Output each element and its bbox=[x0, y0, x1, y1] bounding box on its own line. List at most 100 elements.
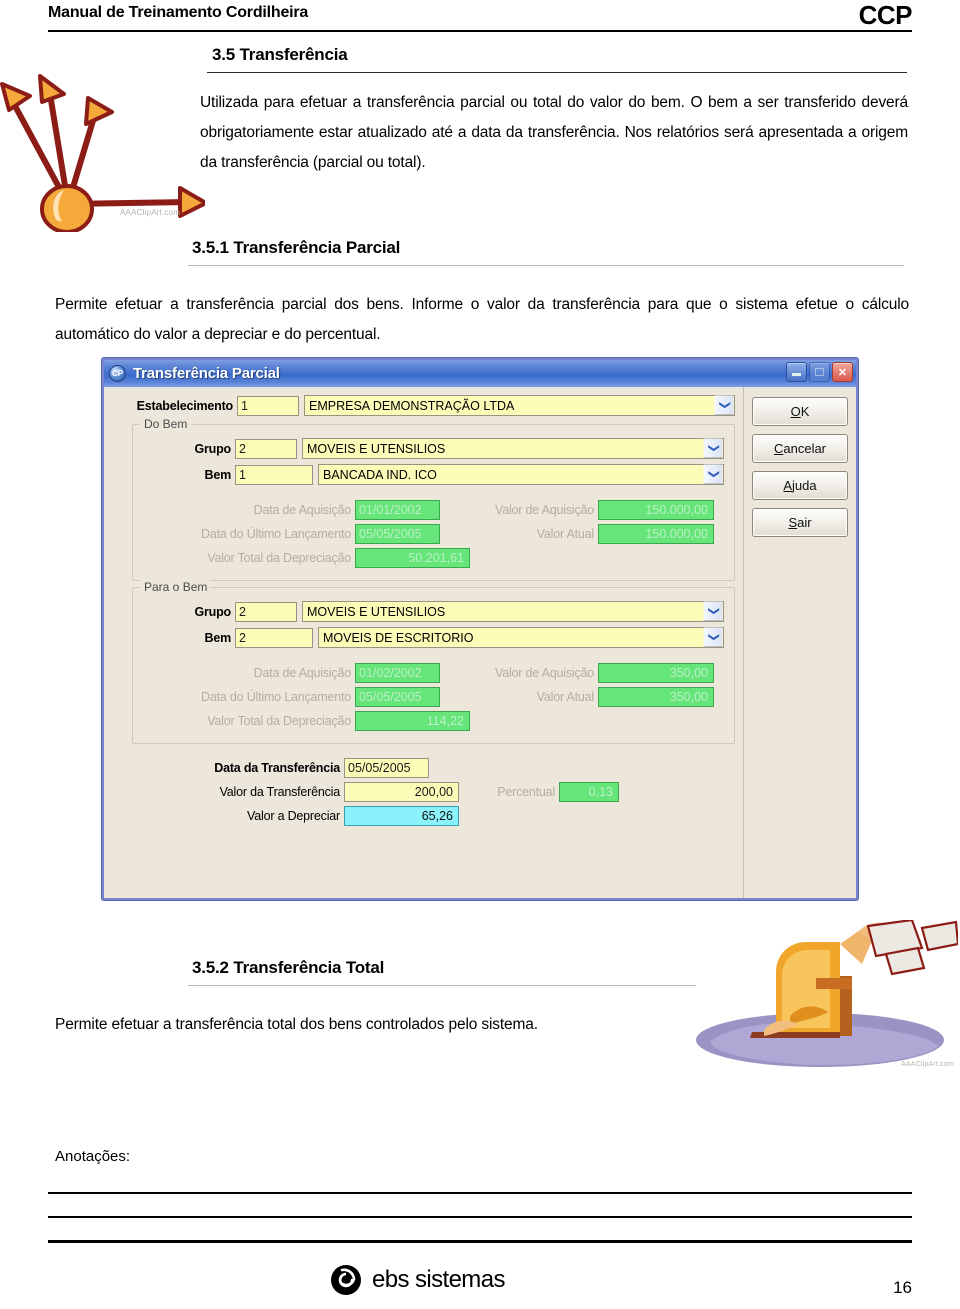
para-valor-depreciacao-label: Valor Total da Depreciação bbox=[207, 714, 351, 728]
group-do-bem: Do Bem Grupo 2 MOVEIS E UTENSILIOS ❮ Bem… bbox=[132, 417, 735, 581]
group-do-bem-legend: Do Bem bbox=[140, 417, 192, 431]
do-bem-bem-combo-value: BANCADA IND. ICO bbox=[323, 467, 437, 482]
para-valor-aquisicao-value: 350,00 bbox=[598, 663, 714, 683]
do-bem-valor-atual-label: Valor Atual bbox=[536, 527, 595, 541]
field-row-valor-transferencia: Valor da Transferência 200,00 Percentual… bbox=[132, 782, 735, 802]
para-data-ultimo-label: Data do Último Lançamento bbox=[201, 690, 351, 704]
do-bem-bem-code-input[interactable]: 1 bbox=[235, 464, 313, 485]
do-bem-grupo-label: Grupo bbox=[194, 441, 232, 456]
dialog-button-column: OK Cancelar Ajuda Sair bbox=[744, 387, 856, 898]
field-row-do-bem-grupo: Grupo 2 MOVEIS E UTENSILIOS ❮ bbox=[143, 438, 724, 459]
do-bem-bem-label: Bem bbox=[204, 467, 232, 482]
ebs-spiral-icon bbox=[330, 1264, 362, 1296]
app-icon: CP bbox=[109, 365, 126, 382]
para-data-aquisicao-label: Data de Aquisição bbox=[253, 666, 352, 680]
para-data-aquisicao-value: 01/02/2002 bbox=[355, 663, 440, 683]
window-titlebar[interactable]: CP Transferência Parcial ✕ bbox=[104, 360, 856, 387]
page-number: 16 bbox=[893, 1278, 912, 1297]
valor-transferencia-label: Valor da Transferência bbox=[219, 785, 341, 799]
papers-clipart-caption: AAAClipArt.com bbox=[901, 1061, 954, 1068]
do-bem-data-aquisicao-label: Data de Aquisição bbox=[253, 503, 352, 517]
heading-3-5-2-rule bbox=[188, 985, 696, 986]
para-valor-aquisicao-label: Valor de Aquisição bbox=[494, 666, 594, 680]
heading-3-5-1: 3.5.1 Transferência Parcial bbox=[192, 238, 401, 257]
field-row-para-bem: Bem 2 MOVEIS DE ESCRITORIO ❮ bbox=[143, 627, 724, 648]
anotacoes-line-1 bbox=[48, 1192, 912, 1194]
minimize-icon[interactable] bbox=[786, 362, 807, 382]
anotacoes-label: Anotações: bbox=[55, 1148, 131, 1165]
percentual-value: 0,13 bbox=[559, 782, 619, 802]
paragraph-3-5: Utilizada para efetuar a transferência p… bbox=[200, 94, 908, 171]
do-bem-valor-depreciacao-label: Valor Total da Depreciação bbox=[207, 551, 351, 565]
do-bem-grupo-code-input[interactable]: 2 bbox=[235, 438, 297, 459]
chevron-down-icon[interactable]: ❮ bbox=[703, 464, 723, 485]
para-grupo-combo[interactable]: MOVEIS E UTENSILIOS ❮ bbox=[302, 601, 724, 622]
para-grupo-combo-value: MOVEIS E UTENSILIOS bbox=[307, 604, 446, 619]
field-row-data-transferencia: Data da Transferência 05/05/2005 bbox=[132, 758, 735, 778]
percentual-label: Percentual bbox=[497, 785, 555, 799]
para-bem-combo-value: MOVEIS DE ESCRITORIO bbox=[323, 630, 474, 645]
sair-button-label: Sair bbox=[788, 515, 812, 530]
para-bem-combo[interactable]: MOVEIS DE ESCRITORIO ❮ bbox=[318, 627, 724, 648]
chevron-down-icon[interactable]: ❮ bbox=[703, 601, 723, 622]
estabelecimento-code-input[interactable]: 1 bbox=[237, 395, 299, 416]
group-para-o-bem: Para o Bem Grupo 2 MOVEIS E UTENSILIOS ❮… bbox=[132, 580, 735, 744]
para-grupo-code-input[interactable]: 2 bbox=[235, 601, 297, 622]
para-grupo-label: Grupo bbox=[194, 604, 232, 619]
do-bem-bem-combo[interactable]: BANCADA IND. ICO ❮ bbox=[318, 464, 724, 485]
header-rule bbox=[48, 30, 912, 32]
sair-button[interactable]: Sair bbox=[752, 508, 848, 537]
ok-button-label: OK bbox=[790, 404, 810, 419]
papers-clipart: AAAClipArt.com bbox=[690, 918, 960, 1070]
do-bem-grupo-combo-value: MOVEIS E UTENSILIOS bbox=[307, 441, 446, 456]
do-bem-data-ultimo-value: 05/05/2005 bbox=[355, 524, 440, 544]
display-row-do-bem-1: Data de Aquisição 01/01/2002 Valor de Aq… bbox=[143, 500, 724, 520]
window-controls[interactable]: ✕ bbox=[786, 362, 853, 382]
paragraph-3-5-2: Permite efetuar a transferência total do… bbox=[55, 1016, 538, 1033]
heading-3-5-2: 3.5.2 Transferência Total bbox=[192, 958, 385, 977]
field-row-do-bem-bem: Bem 1 BANCADA IND. ICO ❮ bbox=[143, 464, 724, 485]
estabelecimento-combo-value: EMPRESA DEMONSTRAÇÃO LTDA bbox=[309, 398, 515, 413]
chevron-down-icon[interactable]: ❮ bbox=[703, 627, 723, 648]
ebs-logo-text: ebs sistemas bbox=[372, 1266, 505, 1293]
ok-button[interactable]: OK bbox=[752, 397, 848, 426]
cancelar-button-label: Cancelar bbox=[773, 441, 827, 456]
ajuda-button-label: Ajuda bbox=[783, 478, 817, 493]
cancelar-button[interactable]: Cancelar bbox=[752, 434, 848, 463]
transferencia-parcial-window[interactable]: CP Transferência Parcial ✕ Estabelecimen… bbox=[102, 358, 858, 900]
maximize-icon[interactable] bbox=[809, 362, 830, 382]
para-bem-code-input[interactable]: 2 bbox=[235, 627, 313, 648]
display-row-para-1: Data de Aquisição 01/02/2002 Valor de Aq… bbox=[143, 663, 724, 683]
do-bem-valor-depreciacao-value: 50.201,61 bbox=[355, 548, 470, 568]
chevron-down-icon[interactable]: ❮ bbox=[714, 395, 734, 416]
close-icon[interactable]: ✕ bbox=[832, 362, 853, 382]
data-transferencia-label: Data da Transferência bbox=[214, 761, 340, 775]
display-row-do-bem-2: Data do Último Lançamento 05/05/2005 Val… bbox=[143, 524, 724, 544]
heading-3-5-1-rule bbox=[188, 265, 904, 266]
footer-logo: ebs sistemas bbox=[330, 1264, 505, 1296]
form-area: Estabelecimento 1 EMPRESA DEMONSTRAÇÃO L… bbox=[104, 387, 744, 898]
valor-depreciar-label: Valor a Depreciar bbox=[247, 809, 340, 823]
do-bem-grupo-combo[interactable]: MOVEIS E UTENSILIOS ❮ bbox=[302, 438, 724, 459]
valor-transferencia-input[interactable]: 200,00 bbox=[344, 782, 459, 802]
page-header: Manual de Treinamento Cordilheira CCP bbox=[48, 0, 913, 34]
transfer-block: Data da Transferência 05/05/2005 Valor d… bbox=[132, 758, 735, 826]
data-transferencia-input[interactable]: 05/05/2005 bbox=[344, 758, 429, 778]
manual-title: Manual de Treinamento Cordilheira bbox=[48, 4, 309, 21]
para-bem-label: Bem bbox=[204, 630, 232, 645]
para-data-ultimo-value: 05/05/2005 bbox=[355, 687, 440, 707]
do-bem-data-ultimo-label: Data do Último Lançamento bbox=[201, 527, 351, 541]
anotacoes-line-3 bbox=[48, 1240, 912, 1243]
estabelecimento-combo[interactable]: EMPRESA DEMONSTRAÇÃO LTDA ❮ bbox=[304, 395, 735, 416]
ajuda-button[interactable]: Ajuda bbox=[752, 471, 848, 500]
para-valor-atual-value: 350,00 bbox=[598, 687, 714, 707]
chevron-down-icon[interactable]: ❮ bbox=[703, 438, 723, 459]
paragraph-3-5-1: Permite efetuar a transferência parcial … bbox=[55, 296, 909, 343]
do-bem-valor-aquisicao-label: Valor de Aquisição bbox=[494, 503, 594, 517]
field-row-valor-depreciar: Valor a Depreciar 65,26 bbox=[132, 806, 735, 826]
para-valor-atual-label: Valor Atual bbox=[536, 690, 595, 704]
window-title: Transferência Parcial bbox=[133, 365, 280, 382]
field-row-estabelecimento: Estabelecimento 1 EMPRESA DEMONSTRAÇÃO L… bbox=[112, 395, 735, 416]
heading-3-5: 3.5 Transferência bbox=[212, 45, 348, 64]
heading-3-5-rule bbox=[207, 72, 907, 73]
